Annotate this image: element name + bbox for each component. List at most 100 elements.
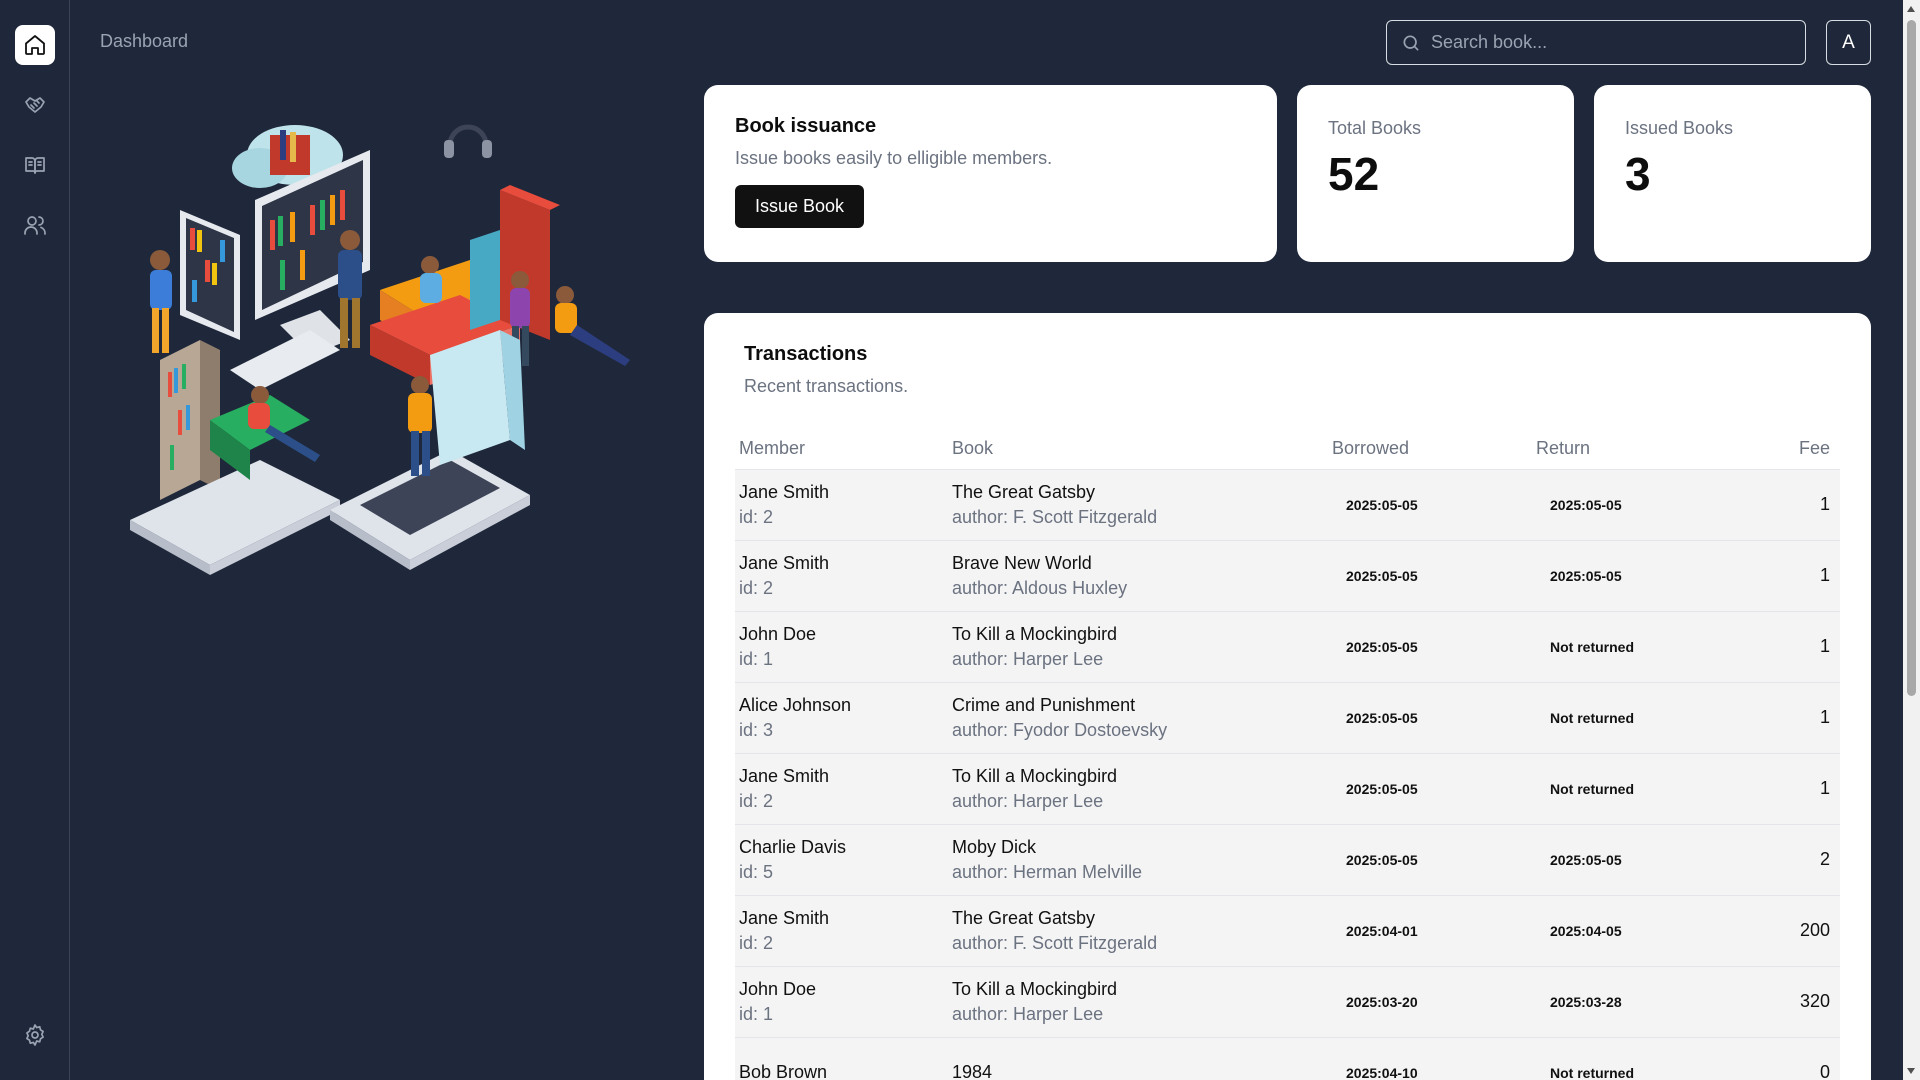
sidebar-item-members[interactable] — [15, 205, 55, 245]
book-title: Brave New World — [952, 552, 1092, 573]
sidebar — [0, 0, 70, 1080]
book-title: To Kill a Mockingbird — [952, 623, 1118, 644]
search-input[interactable] — [1431, 32, 1791, 53]
fee-value: 1 — [1819, 494, 1830, 514]
table-row[interactable]: Jane Smith id: 2 The Great Gatsby author: F… — [735, 469, 1840, 540]
search-box[interactable] — [1386, 20, 1806, 65]
column-header-book: Book — [948, 429, 1328, 470]
handshake-icon — [25, 97, 45, 113]
book-title: To Kill a Mockingbird — [952, 978, 1118, 999]
scroll-up-arrow[interactable] — [1907, 6, 1915, 12]
table-header-row: Member Book Borrowed Return Fee — [735, 429, 1840, 470]
member-cell: Alice Johnson id: 3 — [735, 682, 948, 753]
borrowed-date: 2025:05-05 — [1346, 851, 1418, 868]
member-cell: Charlie Davis id: 5 — [735, 824, 948, 895]
home-icon — [25, 35, 45, 55]
transactions-title: Transactions — [744, 343, 868, 365]
borrowed-date: 2025:05-05 — [1346, 709, 1418, 726]
transactions-table: Member Book Borrowed Return Fee Jane Smi… — [735, 429, 1840, 1080]
search-icon — [1403, 35, 1419, 51]
book-issuance-card: Book issuance Issue books easily to elli… — [704, 85, 1277, 262]
sidebar-item-home[interactable] — [15, 25, 55, 65]
issuance-title: Book issuance — [735, 115, 877, 137]
book-author: author: Harper Lee — [952, 790, 1104, 811]
book-author: author: F. Scott Fitzgerald — [952, 506, 1158, 527]
member-id: id: 2 — [739, 577, 774, 598]
sidebar-item-transactions[interactable] — [15, 85, 55, 125]
member-name: Jane Smith — [739, 907, 830, 928]
book-author: author: Fyodor Dostoevsky — [952, 719, 1168, 740]
member-name: Alice Johnson — [739, 694, 852, 715]
total-books-value: 52 — [1328, 148, 1380, 200]
member-name: Jane Smith — [739, 765, 830, 786]
return-date: Not returned — [1550, 638, 1634, 655]
sidebar-item-books[interactable] — [15, 145, 55, 185]
column-header-return: Return — [1532, 429, 1736, 470]
return-date: 2025:03-28 — [1550, 993, 1622, 1010]
member-cell: Jane Smith id: 2 — [735, 469, 948, 540]
column-header-member: Member — [735, 429, 948, 470]
borrowed-date: 2025:04-01 — [1346, 922, 1418, 939]
borrowed-date: 2025:05-05 — [1346, 496, 1418, 513]
member-id: id: 2 — [739, 932, 774, 953]
return-date: Not returned — [1550, 780, 1634, 797]
fee-value: 1 — [1819, 636, 1830, 656]
table-row[interactable]: Jane Smith id: 2 To Kill a Mockingbird auth… — [735, 753, 1840, 824]
issuance-description: Issue books easily to elligible members. — [735, 148, 1053, 168]
book-open-icon — [25, 157, 45, 174]
book-author: author: Harper Lee — [952, 648, 1104, 669]
member-id: id: 1 — [739, 648, 774, 669]
member-id: id: 2 — [739, 506, 774, 527]
book-title: The Great Gatsby — [952, 481, 1096, 502]
borrowed-date: 2025:04-10 — [1346, 1064, 1418, 1080]
scroll-down-arrow[interactable] — [1907, 1068, 1915, 1074]
avatar[interactable]: A — [1826, 20, 1871, 65]
member-cell: Jane Smith id: 2 — [735, 753, 948, 824]
page-scrollbar[interactable] — [1903, 0, 1920, 1080]
total-books-label: Total Books — [1328, 118, 1422, 138]
book-author: author: Aldous Huxley — [952, 577, 1128, 598]
return-date: Not returned — [1550, 1064, 1634, 1080]
book-cell: 1984 — [948, 1037, 1328, 1080]
book-author: author: Harper Lee — [952, 1003, 1104, 1024]
table-row[interactable]: Alice Johnson id: 3 Crime and Punishment au… — [735, 682, 1840, 753]
member-cell: Jane Smith id: 2 — [735, 540, 948, 611]
table-row[interactable]: Jane Smith id: 2 The Great Gatsby author: F… — [735, 895, 1840, 966]
member-id: id: 3 — [739, 719, 774, 740]
table-row[interactable]: Jane Smith id: 2 Brave New World author: Al… — [735, 540, 1840, 611]
book-title: Crime and Punishment — [952, 694, 1136, 715]
fee-value: 1 — [1819, 565, 1830, 585]
member-name: Jane Smith — [739, 481, 830, 502]
borrowed-date: 2025:03-20 — [1346, 993, 1418, 1010]
table-row[interactable]: Bob Brown 1984 2025:04-10 Not returned 0 — [735, 1037, 1840, 1080]
issued-books-card: Issued Books 3 — [1594, 85, 1871, 262]
return-date: Not returned — [1550, 709, 1634, 726]
column-header-borrowed: Borrowed — [1328, 429, 1532, 470]
scroll-thumb[interactable] — [1907, 20, 1916, 696]
member-id: id: 2 — [739, 790, 774, 811]
borrowed-date: 2025:05-05 — [1346, 638, 1418, 655]
table-row[interactable]: John Doe id: 1 To Kill a Mockingbird author… — [735, 611, 1840, 682]
transactions-card: Transactions Recent transactions. Member… — [704, 313, 1871, 1080]
total-books-card: Total Books 52 — [1297, 85, 1574, 262]
book-title: 1984 — [952, 1062, 993, 1080]
book-cell: The Great Gatsby author: F. Scott Fitzger… — [948, 895, 1328, 966]
member-cell: John Doe id: 1 — [735, 966, 948, 1037]
member-cell: John Doe id: 1 — [735, 611, 948, 682]
table-row[interactable]: John Doe id: 1 To Kill a Mockingbird author… — [735, 966, 1840, 1037]
member-id: id: 5 — [739, 861, 774, 882]
book-cell: To Kill a Mockingbird author: Harper Lee — [948, 611, 1328, 682]
book-author: author: F. Scott Fitzgerald — [952, 932, 1158, 953]
table-row[interactable]: Charlie Davis id: 5 Moby Dick author: Herma… — [735, 824, 1840, 895]
fee-value: 0 — [1819, 1062, 1830, 1080]
book-cell: Brave New World author: Aldous Huxley — [948, 540, 1328, 611]
transactions-subtitle: Recent transactions. — [744, 376, 909, 396]
book-title: To Kill a Mockingbird — [952, 765, 1118, 786]
member-name: Charlie Davis — [739, 836, 847, 857]
member-name: Bob Brown — [739, 1062, 828, 1080]
settings-button[interactable] — [15, 1015, 55, 1055]
member-name: Jane Smith — [739, 552, 830, 573]
return-date: 2025:04-05 — [1550, 922, 1622, 939]
issue-book-button[interactable]: Issue Book — [735, 185, 865, 228]
borrowed-date: 2025:05-05 — [1346, 567, 1418, 584]
